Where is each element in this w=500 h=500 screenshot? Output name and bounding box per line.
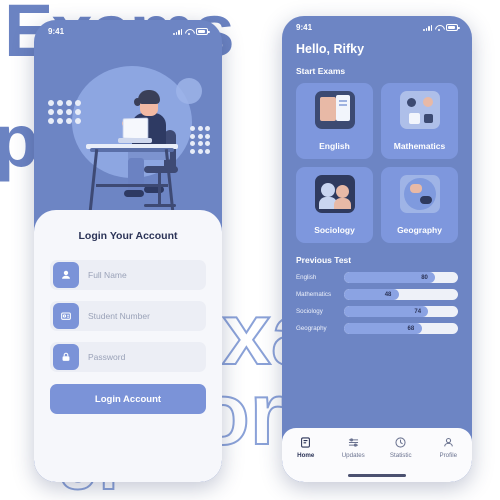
- statistic-icon: [395, 437, 406, 448]
- battery-icon: [446, 24, 460, 31]
- wifi-icon: [185, 28, 193, 35]
- lock-icon: [53, 344, 79, 370]
- full-name-placeholder: Full Name: [88, 270, 127, 280]
- exam-card-mathematics[interactable]: Mathematics: [381, 83, 458, 159]
- previous-test-score: 68: [407, 325, 415, 332]
- user-icon: [53, 262, 79, 288]
- previous-test-bar: 74: [344, 306, 458, 317]
- illustration-chair-seat: [144, 166, 178, 173]
- home-icon: [301, 437, 311, 448]
- status-bar-right: 9:41: [282, 16, 472, 34]
- illustration-laptop-screen: [122, 117, 149, 140]
- illustration-hair: [138, 90, 160, 104]
- english-book-thumb: [314, 91, 355, 129]
- status-icons: [173, 28, 210, 35]
- home-content: Hello, Rifky Start Exams English Mathema…: [282, 34, 472, 334]
- login-card: Login Your Account Full Name Student Num…: [34, 210, 222, 482]
- tab-label-statistic: Statistic: [389, 452, 412, 459]
- tab-updates[interactable]: Updates: [333, 436, 373, 459]
- previous-test-section: Previous Test English 80 Mathematics 48: [296, 255, 458, 334]
- status-time: 9:41: [48, 27, 65, 36]
- status-time-right: 9:41: [296, 23, 313, 32]
- illustration-laptop-base: [118, 138, 152, 143]
- tab-home[interactable]: Home: [286, 436, 326, 459]
- id-card-icon: [53, 303, 79, 329]
- previous-test-row-sociology: Sociology 74: [296, 306, 458, 317]
- geography-globe-thumb: [399, 175, 440, 213]
- password-placeholder: Password: [88, 352, 126, 362]
- illustration-desk-edge: [90, 148, 174, 152]
- battery-icon: [196, 28, 210, 35]
- exam-card-sociology[interactable]: Sociology: [296, 167, 373, 243]
- status-bar-left: 9:41: [34, 20, 222, 38]
- mathematics-thumb: [399, 91, 440, 129]
- exam-label-geography: Geography: [397, 225, 442, 235]
- tab-label-home: Home: [297, 452, 315, 459]
- illustration-legs-lower: [128, 158, 144, 192]
- login-account-button[interactable]: Login Account: [50, 384, 206, 414]
- exam-label-sociology: Sociology: [314, 225, 355, 235]
- exam-card-geography[interactable]: Geography: [381, 167, 458, 243]
- student-number-field[interactable]: Student Number: [50, 301, 206, 331]
- exam-grid: English Mathematics Sociology Geography: [296, 83, 458, 243]
- student-at-desk-illustration: [34, 38, 222, 220]
- tab-label-updates: Updates: [341, 452, 365, 459]
- greeting-text: Hello, Rifky: [296, 42, 365, 56]
- illustration-chair-leg: [158, 172, 161, 206]
- profile-icon: [443, 437, 453, 447]
- previous-test-name: Sociology: [296, 308, 323, 315]
- illustration-desk-crossbar: [96, 184, 168, 187]
- student-number-placeholder: Student Number: [88, 311, 150, 321]
- phone-login-screen: 9:41 Login Your Account Full Name Studen…: [34, 20, 222, 482]
- previous-test-score: 48: [384, 291, 392, 298]
- bottom-tab-bar: Home Updates Statistic Profile: [282, 428, 472, 482]
- login-title: Login Your Account: [78, 230, 178, 242]
- screenshot-stage: Exams port xam ortfoli Ji 9:41: [0, 0, 500, 500]
- illustration-blob-small: [176, 78, 202, 104]
- previous-test-bar: 80: [344, 272, 458, 283]
- exam-card-english[interactable]: English: [296, 83, 373, 159]
- previous-test-bar: 68: [344, 323, 458, 334]
- phone-home-screen: 9:41 Hello, Rifky Start Exams English Ma…: [282, 16, 472, 482]
- exam-label-english: English: [319, 141, 350, 151]
- previous-test-bar: 48: [344, 289, 458, 300]
- password-field[interactable]: Password: [50, 342, 206, 372]
- sociology-thumb: [314, 175, 355, 213]
- status-icons-right: [423, 24, 460, 31]
- previous-test-row-geography: Geography 68: [296, 323, 458, 334]
- cellular-bars-icon: [173, 28, 182, 35]
- full-name-field[interactable]: Full Name: [50, 260, 206, 290]
- home-indicator: [348, 474, 406, 477]
- previous-test-row-mathematics: Mathematics 48: [296, 289, 458, 300]
- previous-test-row-english: English 80: [296, 272, 458, 283]
- tab-statistic[interactable]: Statistic: [381, 436, 421, 459]
- previous-test-title: Previous Test: [296, 255, 352, 265]
- previous-test-score: 74: [414, 308, 422, 315]
- illustration-dots-left: [48, 100, 81, 124]
- wifi-icon: [435, 24, 443, 31]
- cellular-bars-icon: [423, 24, 432, 31]
- previous-test-score: 80: [421, 274, 428, 281]
- start-exams-title: Start Exams: [296, 66, 346, 76]
- tab-label-profile: Profile: [439, 452, 458, 459]
- tab-profile[interactable]: Profile: [428, 436, 468, 459]
- illustration-dots-right: [190, 126, 210, 154]
- previous-test-name: Geography: [296, 325, 327, 332]
- illustration-shoe-right: [144, 186, 164, 193]
- updates-icon: [348, 438, 358, 447]
- illustration-shoe-left: [124, 190, 144, 197]
- previous-test-name: English: [296, 274, 317, 281]
- exam-label-mathematics: Mathematics: [393, 141, 446, 151]
- previous-test-name: Mathematics: [296, 291, 332, 298]
